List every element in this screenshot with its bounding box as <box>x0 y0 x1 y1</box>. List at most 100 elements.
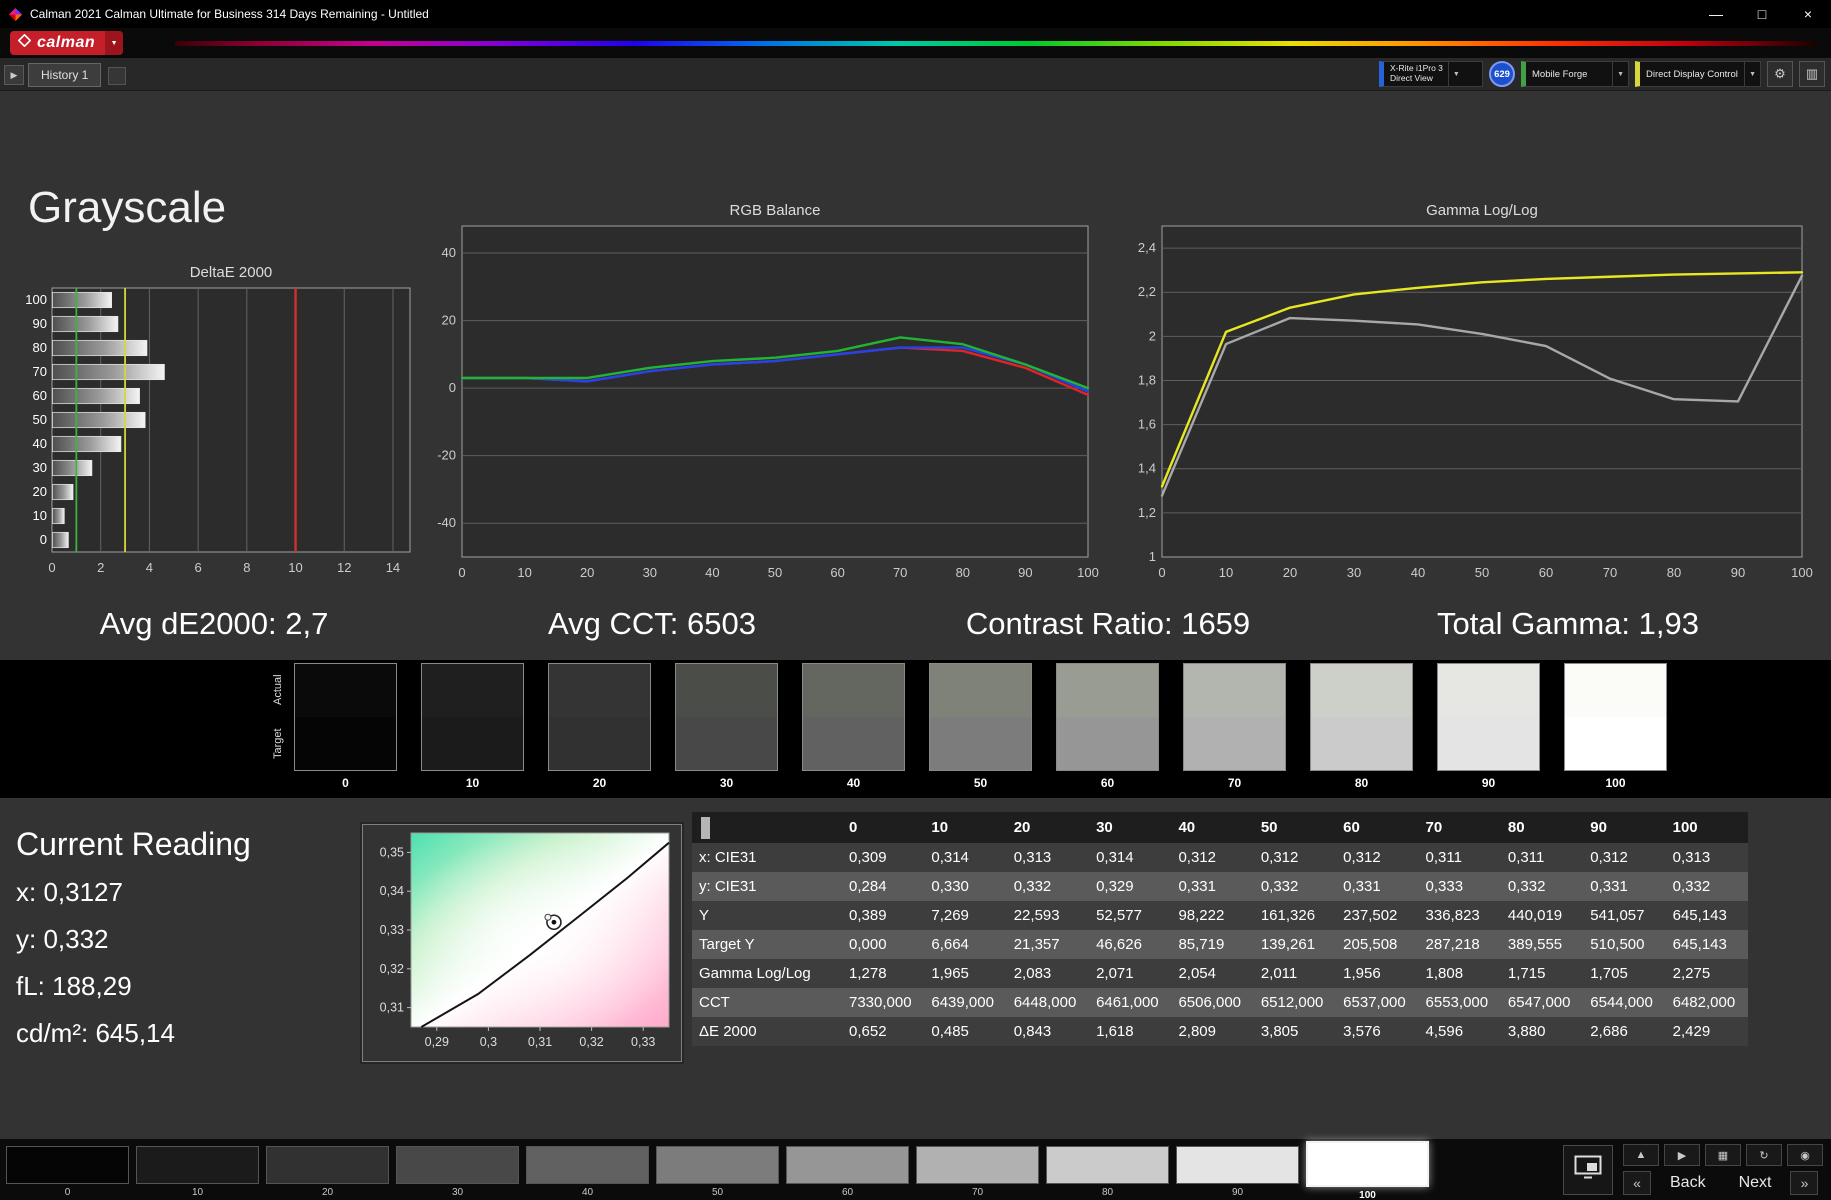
svg-text:100: 100 <box>1791 565 1813 580</box>
gamma-log-chart: Gamma Log/Log 2,4 2,2 2 1,8 1,6 1,4 1,2 10 10 20 30… <box>1138 202 1813 580</box>
sync-button[interactable]: ↻ <box>1746 1144 1782 1166</box>
pattern-patch-label: 30 <box>451 1187 464 1198</box>
svg-text:100: 100 <box>1077 565 1099 580</box>
pattern-patch-swatch[interactable] <box>656 1146 779 1184</box>
table-cell: 440,019 <box>1507 907 1563 924</box>
pattern-patch-swatch[interactable] <box>266 1146 389 1184</box>
pattern-patch-10[interactable]: 10 <box>136 1146 259 1200</box>
table-scrollbar[interactable] <box>701 816 710 839</box>
pattern-patch-swatch[interactable] <box>136 1146 259 1184</box>
pattern-patch-70[interactable]: 70 <box>916 1146 1039 1200</box>
pattern-patch-90[interactable]: 90 <box>1176 1146 1299 1200</box>
pattern-patch-80[interactable]: 80 <box>1046 1146 1169 1200</box>
svg-text:-20: -20 <box>437 448 456 463</box>
table-cell: 21,357 <box>1013 936 1060 953</box>
table-cell: 0,000 <box>849 936 887 953</box>
swatch-actual-half <box>422 664 523 717</box>
current-reading-panel: Current Reading x: 0,3127 y: 0,332 fL: 1… <box>16 826 251 1065</box>
table-row: Y 0,389 7,269 22,593 52,577 98,222 161,326 237,… <box>692 901 1748 930</box>
eject-button[interactable]: ▲ <box>1623 1144 1659 1166</box>
swatch-label: 10 <box>465 776 480 790</box>
svg-text:8: 8 <box>243 560 250 575</box>
history-panel-expander-button[interactable]: ▶ <box>4 65 24 85</box>
swatch-target-half <box>1565 717 1666 770</box>
chevron-down-icon: ▼ <box>1447 62 1460 86</box>
back-fast-button[interactable]: « <box>1623 1171 1651 1195</box>
back-button[interactable]: Back <box>1656 1174 1720 1192</box>
table-cell: 0,389 <box>849 907 887 924</box>
minimize-button[interactable]: — <box>1693 0 1739 28</box>
meter-select-dropdown[interactable]: X-Rite i1Pro 3 Direct View ▼ <box>1379 61 1483 87</box>
svg-text:0,3: 0,3 <box>480 1035 497 1049</box>
back-next-buttons: « Back Next » <box>1623 1171 1823 1195</box>
table-cell: 0,313 <box>1672 849 1711 866</box>
swatch-patch <box>421 663 524 771</box>
table-cell: 2,275 <box>1672 965 1711 982</box>
pattern-patch-60[interactable]: 60 <box>786 1146 909 1200</box>
save-button[interactable]: ▦ <box>1705 1144 1741 1166</box>
pattern-patch-swatch[interactable] <box>786 1146 909 1184</box>
pattern-patch-20[interactable]: 20 <box>266 1146 389 1200</box>
swatch-0: 0 <box>294 663 397 790</box>
svg-text:30: 30 <box>1347 565 1361 580</box>
next-fast-button[interactable]: » <box>1790 1171 1819 1195</box>
table-cell: 6537,000 <box>1343 994 1406 1011</box>
table-cell: 0,330 <box>931 878 969 895</box>
pattern-patch-swatch[interactable] <box>396 1146 519 1184</box>
play-button[interactable]: ▶ <box>1664 1144 1700 1166</box>
cie-chromaticity-chart: 0,35 0,34 0,33 0,32 0,31 0,29 0,3 0,31 0,32 0,33 <box>380 832 670 1049</box>
table-column-header: 70 <box>1425 819 1443 836</box>
logo-text: calman <box>37 34 96 51</box>
source-select-dropdown[interactable]: Mobile Forge ▼ <box>1521 61 1629 87</box>
next-button[interactable]: Next <box>1725 1174 1786 1192</box>
display-control-dropdown[interactable]: Direct Display Control ▼ <box>1635 61 1761 87</box>
pattern-patch-swatch[interactable] <box>1306 1141 1429 1187</box>
tab-history-1[interactable]: History 1 <box>28 63 102 87</box>
swatch-target-half <box>422 717 523 770</box>
table-cell: 2,429 <box>1672 1023 1711 1040</box>
pattern-patch-40[interactable]: 40 <box>526 1146 649 1200</box>
pattern-patch-0[interactable]: 0 <box>6 1146 129 1200</box>
double-chevron-left-icon: « <box>1633 1175 1641 1191</box>
pattern-window-button[interactable] <box>1563 1144 1613 1195</box>
table-cell: 2,071 <box>1096 965 1134 982</box>
power-button[interactable]: ◉ <box>1787 1144 1823 1166</box>
pattern-patch-swatch[interactable] <box>526 1146 649 1184</box>
pattern-patch-swatch[interactable] <box>916 1146 1039 1184</box>
svg-text:Gamma Log/Log: Gamma Log/Log <box>1426 202 1538 219</box>
swatch-target-half <box>1311 717 1412 770</box>
swatch-patch <box>1183 663 1286 771</box>
table-column-header: 10 <box>931 819 949 836</box>
swatch-label: 100 <box>1605 776 1626 790</box>
logo-dropdown-caret-icon[interactable]: ▼ <box>105 31 124 55</box>
pattern-patch-label: 90 <box>1231 1187 1244 1198</box>
swatch-patch <box>929 663 1032 771</box>
pattern-patch-30[interactable]: 30 <box>396 1146 519 1200</box>
swatch-row: 0 10 20 30 40 50 60 70 80 90 100 <box>294 663 1667 790</box>
swatch-90: 90 <box>1437 663 1540 790</box>
pattern-patch-50[interactable]: 50 <box>656 1146 779 1200</box>
transport-buttons: ▲ ▶ ▦ ↻ ◉ <box>1623 1144 1823 1166</box>
table-row-label: y: CIE31 <box>699 878 757 895</box>
target-row-label: Target <box>272 728 284 760</box>
table-cell: 0,312 <box>1343 849 1381 866</box>
pattern-patch-swatch[interactable] <box>6 1146 129 1184</box>
close-button[interactable]: × <box>1785 0 1831 28</box>
swatch-label: 80 <box>1354 776 1369 790</box>
maximize-button[interactable]: □ <box>1739 0 1785 28</box>
svg-text:2,4: 2,4 <box>1138 240 1156 255</box>
table-column-header: 60 <box>1343 819 1360 836</box>
calman-logo-menu[interactable]: calman ▼ <box>10 31 124 55</box>
pattern-patch-100[interactable]: 100 <box>1306 1141 1429 1200</box>
svg-text:90: 90 <box>1731 565 1745 580</box>
table-cell: 0,284 <box>849 878 887 895</box>
tab-options-button[interactable] <box>108 67 126 85</box>
settings-gear-button[interactable]: ⚙ <box>1767 61 1793 87</box>
table-cell: 1,965 <box>931 965 969 982</box>
workspace-layout-button[interactable]: ▥ <box>1799 61 1825 87</box>
table-column-header: 90 <box>1590 819 1607 836</box>
pattern-patch-swatch[interactable] <box>1176 1146 1299 1184</box>
table-cell: 2,809 <box>1178 1023 1216 1040</box>
pattern-patch-swatch[interactable] <box>1046 1146 1169 1184</box>
meter-count-badge[interactable]: 629 <box>1489 61 1515 87</box>
